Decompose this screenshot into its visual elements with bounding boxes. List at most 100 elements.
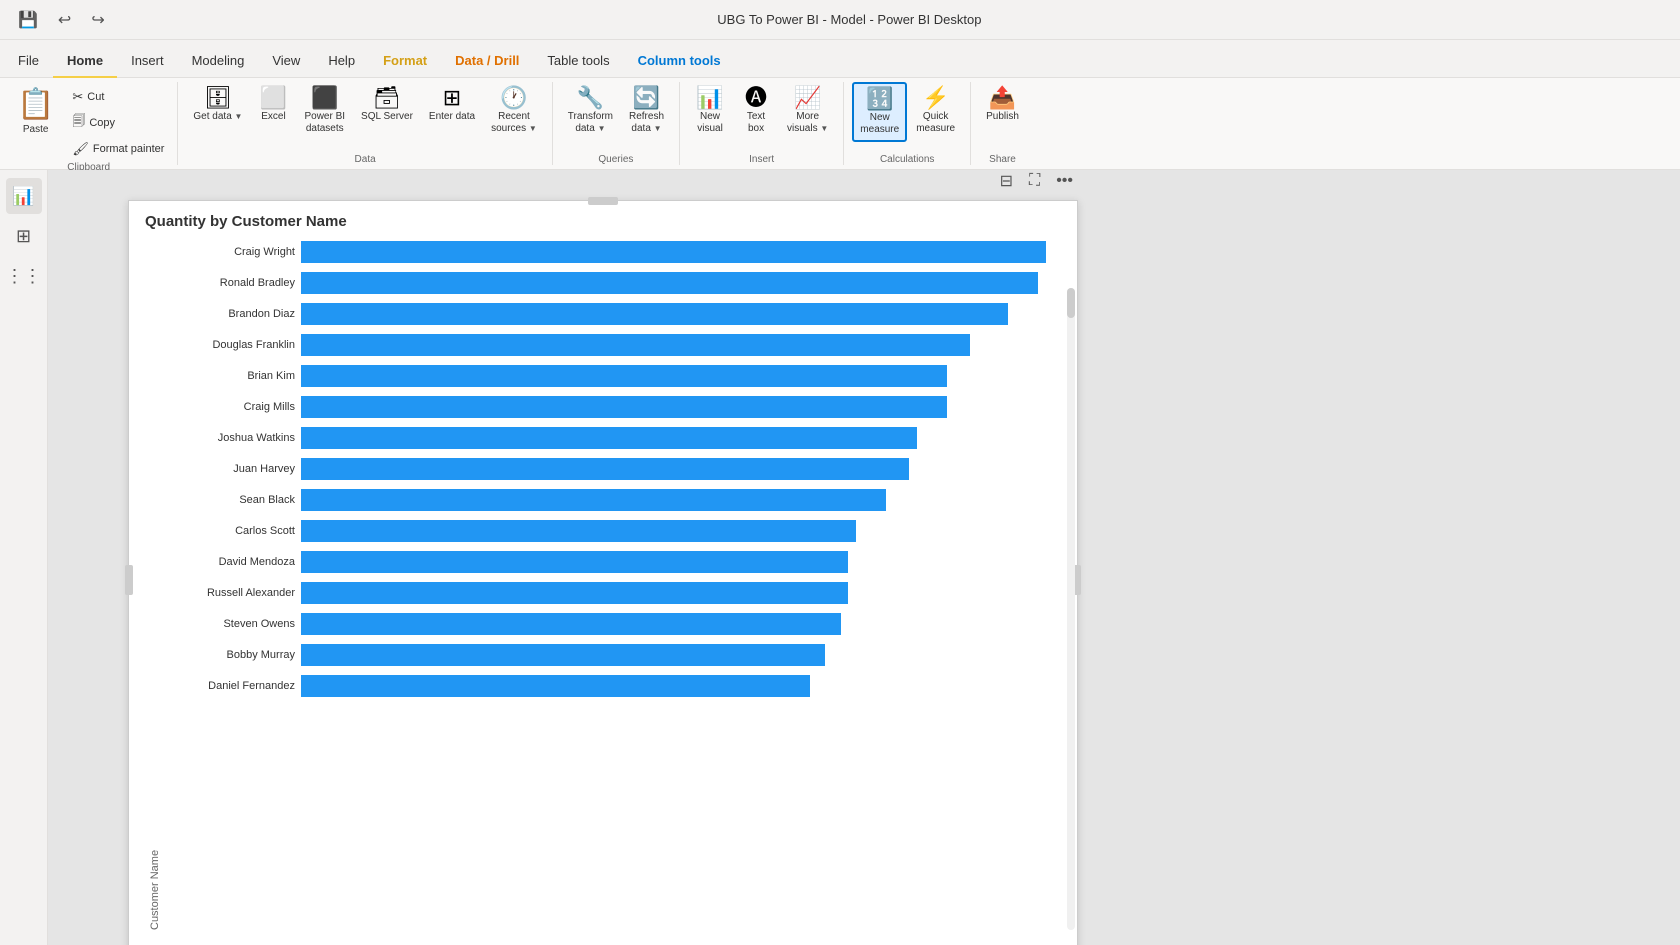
bar-row[interactable]: Brandon Diaz: [165, 300, 1061, 328]
bar-fill: [301, 489, 886, 511]
bar-fill: [301, 272, 1038, 294]
power-bi-datasets-button[interactable]: ⬛ Power BIdatasets: [297, 82, 352, 140]
paste-icon: 📋: [17, 87, 54, 122]
text-box-icon: 🅐: [745, 87, 767, 109]
sidebar-left: 📊 ⊞ ⋮⋮: [0, 170, 48, 945]
bar-track: [301, 272, 1061, 294]
sidebar-model-icon[interactable]: ⋮⋮: [6, 258, 42, 294]
more-visuals-button[interactable]: 📈 Morevisuals ▼: [780, 82, 835, 140]
bar-track: [301, 241, 1061, 263]
ribbon: 📋 Paste ✂ Cut 🗐 Copy 🖌 Format painter: [0, 78, 1680, 170]
bar-fill: [301, 675, 810, 697]
bar-label: Juan Harvey: [165, 463, 295, 475]
save-button[interactable]: 💾: [12, 6, 44, 34]
tab-table-tools[interactable]: Table tools: [533, 47, 623, 78]
bar-row[interactable]: Daniel Fernandez: [165, 672, 1061, 700]
filter-button[interactable]: ⊟: [996, 170, 1017, 193]
bar-track: [301, 334, 1061, 356]
chart-title: Quantity by Customer Name: [129, 201, 1077, 238]
redo-button[interactable]: ↪: [85, 6, 110, 34]
tab-help[interactable]: Help: [314, 47, 369, 78]
share-items: 📤 Publish: [979, 82, 1026, 152]
bar-label: David Mendoza: [165, 556, 295, 568]
more-options-button[interactable]: •••: [1052, 170, 1077, 192]
bar-row[interactable]: Russell Alexander: [165, 579, 1061, 607]
bar-row[interactable]: Ronald Bradley: [165, 269, 1061, 297]
refresh-icon: 🔄: [633, 87, 660, 109]
queries-group: 🔧 Transformdata ▼ 🔄 Refreshdata ▼ Querie…: [553, 82, 680, 165]
new-visual-button[interactable]: 📊 Newvisual: [688, 82, 732, 140]
main-canvas: ⊟ ⛶ ••• Quantity by Customer Name Custom…: [48, 170, 1680, 945]
cut-button[interactable]: ✂ Cut: [67, 86, 169, 108]
bar-fill: [301, 427, 917, 449]
data-items: 🗄 Get data ▼ ⬜ Excel ⬛ Power BIdatasets …: [186, 82, 543, 152]
excel-button[interactable]: ⬜ Excel: [251, 82, 295, 128]
bar-fill: [301, 396, 947, 418]
copy-icon: 🗐: [72, 112, 85, 134]
publish-button[interactable]: 📤 Publish: [979, 82, 1026, 128]
new-measure-button[interactable]: 🔢 Newmeasure: [852, 82, 907, 142]
get-data-icon: 🗄: [204, 87, 232, 109]
tab-insert[interactable]: Insert: [117, 47, 178, 78]
resize-top[interactable]: [588, 197, 618, 205]
bar-track: [301, 365, 1061, 387]
format-painter-button[interactable]: 🖌 Format painter: [67, 138, 169, 160]
tab-column-tools[interactable]: Column tools: [624, 47, 735, 78]
bar-row[interactable]: Steven Owens: [165, 610, 1061, 638]
title-bar-controls: 💾 ↩ ↪: [12, 6, 111, 34]
bar-row[interactable]: David Mendoza: [165, 548, 1061, 576]
share-label: Share: [979, 152, 1026, 165]
bar-label: Douglas Franklin: [165, 339, 295, 351]
paste-button[interactable]: 📋 Paste: [8, 82, 63, 140]
recent-sources-button[interactable]: 🕐 Recentsources ▼: [484, 82, 544, 140]
text-box-button[interactable]: 🅐 Textbox: [734, 82, 778, 140]
focus-mode-button[interactable]: ⛶: [1025, 170, 1044, 192]
quick-measure-button[interactable]: ⚡ Quickmeasure: [909, 82, 962, 140]
tab-modeling[interactable]: Modeling: [178, 47, 259, 78]
bar-row[interactable]: Juan Harvey: [165, 455, 1061, 483]
bar-row[interactable]: Carlos Scott: [165, 517, 1061, 545]
bar-row[interactable]: Joshua Watkins: [165, 424, 1061, 452]
sql-server-button[interactable]: 🗃 SQL Server: [354, 82, 420, 128]
bar-fill: [301, 582, 848, 604]
tab-file[interactable]: File: [4, 47, 53, 78]
bar-fill: [301, 551, 848, 573]
tab-home[interactable]: Home: [53, 47, 117, 78]
enter-data-button[interactable]: ⊞ Enter data: [422, 82, 482, 128]
bar-row[interactable]: Douglas Franklin: [165, 331, 1061, 359]
insert-items: 📊 Newvisual 🅐 Textbox 📈 Morevisuals ▼: [688, 82, 835, 152]
sidebar-data-icon[interactable]: ⊞: [6, 218, 42, 254]
tab-data-drill[interactable]: Data / Drill: [441, 47, 533, 78]
refresh-data-button[interactable]: 🔄 Refreshdata ▼: [622, 82, 671, 140]
bar-fill: [301, 303, 1008, 325]
sidebar-report-icon[interactable]: 📊: [6, 178, 42, 214]
bar-label: Joshua Watkins: [165, 432, 295, 444]
bar-row[interactable]: Brian Kim: [165, 362, 1061, 390]
bar-row[interactable]: Bobby Murray: [165, 641, 1061, 669]
transform-data-button[interactable]: 🔧 Transformdata ▼: [561, 82, 620, 140]
bar-row[interactable]: Sean Black: [165, 486, 1061, 514]
bar-row[interactable]: Craig Mills: [165, 393, 1061, 421]
tab-view[interactable]: View: [258, 47, 314, 78]
more-visuals-icon: 📈: [794, 87, 821, 109]
quick-measure-icon: ⚡: [922, 87, 949, 109]
sql-icon: 🗃: [373, 87, 401, 109]
chart-container: ⊟ ⛶ ••• Quantity by Customer Name Custom…: [128, 200, 1078, 945]
bar-fill: [301, 241, 1046, 263]
bar-track: [301, 396, 1061, 418]
bar-label: Bobby Murray: [165, 649, 295, 661]
get-data-button[interactable]: 🗄 Get data ▼: [186, 82, 249, 128]
bar-row[interactable]: Craig Wright: [165, 238, 1061, 266]
bar-track: [301, 303, 1061, 325]
tab-format[interactable]: Format: [369, 47, 441, 78]
undo-button[interactable]: ↩: [52, 6, 77, 34]
bar-track: [301, 613, 1061, 635]
copy-button[interactable]: 🗐 Copy: [67, 109, 169, 137]
bar-track: [301, 458, 1061, 480]
vertical-scrollbar[interactable]: [1067, 288, 1075, 930]
format-painter-icon: 🖌: [72, 141, 89, 157]
clipboard-controls: 📋 Paste ✂ Cut 🗐 Copy 🖌 Format painter: [8, 82, 169, 160]
bar-label: Carlos Scott: [165, 525, 295, 537]
bar-track: [301, 551, 1061, 573]
enter-data-icon: ⊞: [443, 87, 461, 109]
